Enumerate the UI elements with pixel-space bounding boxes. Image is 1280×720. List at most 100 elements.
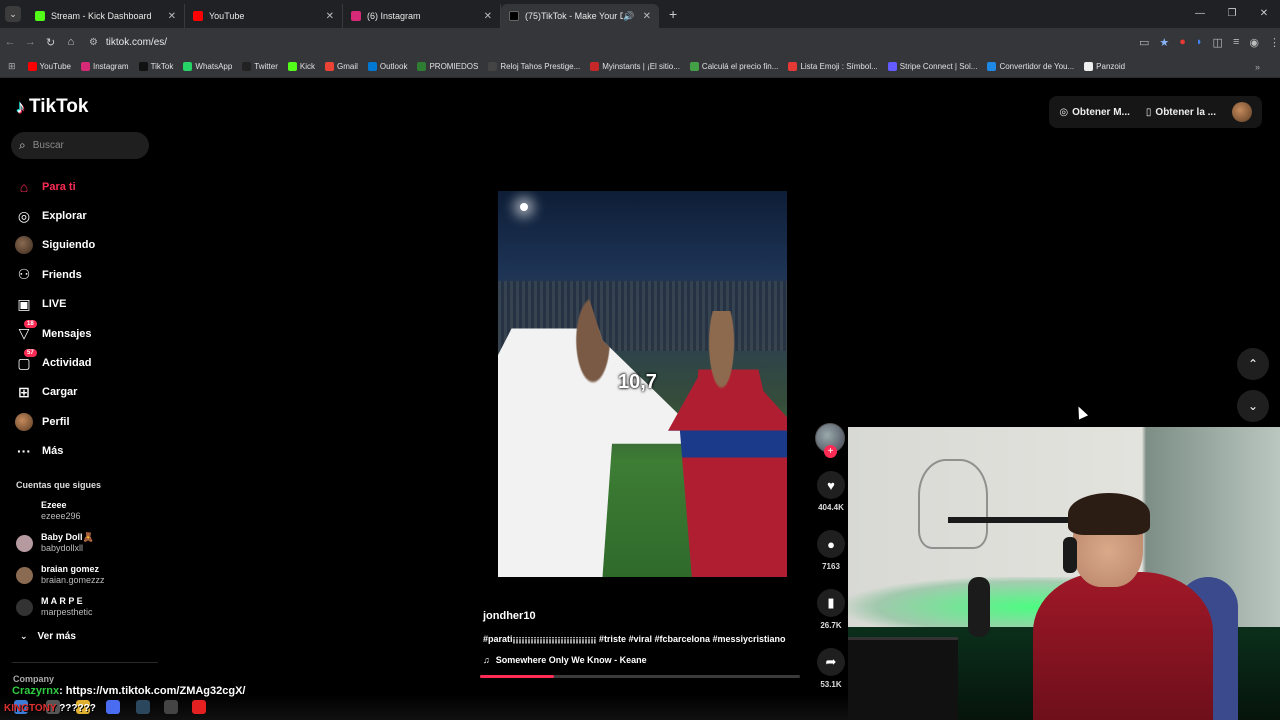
audio-playing-icon[interactable]: 🔊 [623, 11, 634, 22]
close-tab-icon[interactable]: ✕ [326, 11, 334, 22]
bookmark-item[interactable]: YouTube [27, 62, 71, 71]
next-video-button[interactable]: ⌄ [1237, 390, 1269, 422]
bookmark-item[interactable]: Lista Emoji : Símbol... [788, 62, 878, 71]
bookmark-item[interactable]: Twitter [242, 62, 278, 71]
bookmark-star-icon[interactable]: ★ [1159, 36, 1169, 49]
share-action[interactable]: ➦ 53.1K [815, 648, 847, 689]
sidebar-item-siguiendo[interactable]: Siguiendo [15, 231, 95, 260]
following-account[interactable]: Ezeee ezeee296 [16, 500, 81, 522]
video-music[interactable]: ♫ Somewhere Only We Know - Keane [483, 655, 647, 665]
following-account[interactable]: braian gomez braian.gomezzz [16, 564, 105, 586]
new-tab-button[interactable]: + [669, 6, 677, 22]
extension-audio-icon[interactable]: ◗ [1196, 36, 1203, 48]
heart-icon[interactable]: ♥ [817, 471, 845, 499]
video-author[interactable]: jondher10 [483, 610, 536, 622]
upload-icon: ⊞ [18, 383, 30, 400]
site-info-icon[interactable]: ⚙ [89, 37, 98, 48]
close-tab-icon[interactable]: ✕ [484, 11, 492, 22]
mouse-cursor-icon [1073, 404, 1089, 420]
company-link[interactable]: Company [13, 674, 54, 684]
restore-icon[interactable]: ❐ [1216, 0, 1248, 28]
bookmark-item[interactable]: PROMIEDOS [417, 62, 478, 71]
extensions-puzzle-icon[interactable]: ◫ [1213, 36, 1223, 49]
webcam-overlay [848, 427, 1280, 720]
bookmark-item[interactable]: Stripe Connect | Sol... [887, 62, 978, 71]
search-input[interactable]: ⌕ Buscar [11, 132, 149, 159]
tab-kick[interactable]: Stream - Kick Dashboard ✕ [27, 4, 185, 28]
bookmark-item[interactable]: Outlook [367, 62, 407, 71]
profile-icon[interactable]: ◉ [1249, 36, 1259, 49]
get-coins-button[interactable]: ◎ Obtener M... [1059, 107, 1130, 118]
address-bar[interactable]: ⚙ tiktok.com/es/ [88, 32, 1089, 52]
follow-plus-icon[interactable]: + [824, 445, 837, 458]
sidebar-item-live[interactable]: ▣ LIVE [15, 290, 95, 319]
bookmark-item[interactable]: Kick [287, 62, 315, 71]
bookmark-item[interactable]: Gmail [324, 62, 358, 71]
bookmark-item[interactable]: Panzoid [1084, 62, 1125, 71]
bookmark-label: Stripe Connect | Sol... [899, 62, 978, 71]
extension-record-icon[interactable]: ● [1179, 36, 1186, 48]
sidebar-item-explorar[interactable]: ◎ Explorar [15, 201, 95, 230]
bookmark-item[interactable]: Myinstants | ¡El sitio... [590, 62, 680, 71]
save-action[interactable]: ▮ 26.7K [815, 589, 847, 630]
video-player[interactable]: 10,7 [498, 191, 787, 577]
close-window-icon[interactable]: ✕ [1248, 0, 1280, 28]
user-avatar[interactable] [1232, 102, 1252, 122]
discord-icon[interactable] [106, 700, 120, 714]
reload-icon[interactable]: ↻ [40, 36, 60, 49]
browser-menu-icon[interactable]: ⋮ [1269, 36, 1280, 49]
sidebar-item-para-ti[interactable]: ⌂ Para ti [15, 172, 95, 201]
obs-icon[interactable] [164, 700, 178, 714]
youtube-favicon-icon [193, 11, 203, 21]
ver-mas-button[interactable]: ⌄ Ver más [20, 631, 76, 642]
bookmark-item[interactable]: Reloj Tahos Prestige... [488, 62, 580, 71]
sidebar-item-cargar[interactable]: ⊞ Cargar [15, 378, 95, 407]
youtube-app-icon[interactable] [192, 700, 206, 714]
close-tab-icon[interactable]: ✕ [168, 11, 176, 22]
close-tab-icon[interactable]: ✕ [643, 11, 651, 22]
account-name: Baby Doll🧸 [41, 532, 94, 542]
reading-list-icon[interactable]: ≡ [1233, 36, 1239, 48]
video-progress-bar[interactable] [480, 675, 800, 678]
tab-search-button[interactable]: ⌄ [5, 6, 21, 22]
sidebar-item-mas[interactable]: ··· Más [15, 437, 95, 466]
bookmark-item[interactable]: Calculá el precio fin... [689, 62, 778, 71]
sidebar-item-friends[interactable]: ⚇ Friends [15, 260, 95, 289]
friends-icon: ⚇ [17, 266, 31, 283]
bookmark-item[interactable]: WhatsApp [183, 62, 232, 71]
headset [1063, 537, 1077, 573]
sidebar-item-mensajes[interactable]: ▽ 18 Mensajes [15, 319, 95, 348]
steam-icon[interactable] [136, 700, 150, 714]
previous-video-button[interactable]: ⌃ [1237, 348, 1269, 380]
like-action[interactable]: ♥ 404.4K [815, 471, 847, 512]
bookmark-favicon-icon [488, 62, 498, 71]
following-account[interactable]: M A R P Emarpesthetic [16, 596, 93, 618]
bookmark-label: Gmail [336, 62, 358, 71]
back-icon[interactable]: ← [0, 36, 20, 48]
tab-tiktok[interactable]: (75)TikTok - Make Your Day 🔊 ✕ [501, 4, 659, 28]
sidebar-item-actividad[interactable]: ▢ 57 Actividad [15, 348, 95, 377]
bookmark-item[interactable]: Instagram [80, 62, 129, 71]
bookmark-icon[interactable]: ▮ [817, 589, 845, 617]
tab-instagram[interactable]: (6) Instagram ✕ [343, 4, 501, 28]
tiktok-logo[interactable]: ♪ TikTok [16, 96, 88, 118]
bookmark-item[interactable]: Convertidor de You... [987, 62, 1074, 71]
share-icon[interactable]: ➦ [817, 648, 845, 676]
forward-icon[interactable]: → [20, 36, 40, 48]
tab-youtube[interactable]: YouTube ✕ [185, 4, 343, 28]
bookmarks-overflow-icon[interactable]: » [1255, 62, 1260, 72]
home-icon[interactable]: ⌂ [61, 36, 81, 48]
cast-icon[interactable]: ▭ [1139, 36, 1149, 49]
get-app-button[interactable]: ▯ Obtener la ... [1146, 107, 1216, 118]
comment-icon[interactable]: ● [817, 530, 845, 558]
chat-username: KINGTONY [4, 703, 57, 714]
author-avatar[interactable]: + [815, 423, 845, 458]
apps-grid-icon[interactable]: ⊞ [8, 61, 16, 72]
bookmark-item[interactable]: TikTok [138, 62, 173, 71]
comment-action[interactable]: ● 7163 [815, 530, 847, 571]
following-account[interactable]: Baby Doll🧸 babydollxll [16, 532, 94, 554]
minimize-icon[interactable]: — [1184, 0, 1216, 28]
hair [1068, 493, 1150, 535]
phone-icon: ▯ [1145, 106, 1152, 118]
sidebar-item-perfil[interactable]: Perfil [15, 407, 95, 436]
